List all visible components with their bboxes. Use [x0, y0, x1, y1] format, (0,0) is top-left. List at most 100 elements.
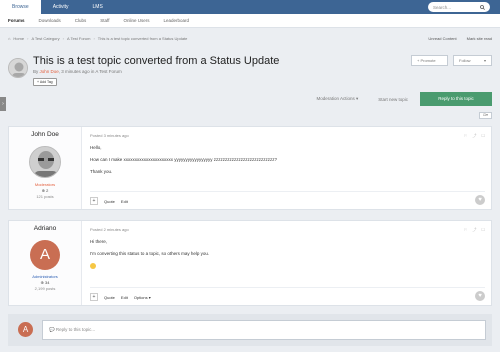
post-line: Hi there,	[90, 239, 108, 244]
quote-button[interactable]: Quote	[104, 199, 115, 204]
share-icon[interactable]: ⤴	[472, 133, 476, 139]
multiquote-button[interactable]: +	[90, 197, 98, 205]
subnav-leaderboard[interactable]: Leaderboard	[164, 18, 190, 23]
user-group-label: Administrators	[32, 274, 58, 279]
options-button[interactable]: Options ▾	[134, 295, 151, 300]
checkbox[interactable]: ☐	[481, 227, 485, 233]
chevron-right-icon: ›	[93, 36, 95, 41]
topic-time: , 3 minutes ago in A Test Forum	[58, 69, 122, 74]
post-timestamp[interactable]: Posted 3 minutes ago	[90, 133, 485, 138]
breadcrumb-topic: This is a test topic converted from a St…	[97, 36, 188, 41]
post-john-doe: John Doe Moderators ⊕ 2 121 posts Posted…	[8, 126, 492, 210]
reputation-value: 34	[45, 280, 50, 285]
topic-author-link[interactable]: John Doe	[40, 69, 59, 74]
follow-button[interactable]: Follow ▾	[453, 55, 492, 66]
report-icon[interactable]: ⚐	[464, 133, 468, 139]
breadcrumb: ⌂ Home › A Test Category › A Test Forum …	[8, 36, 187, 41]
subnav-downloads[interactable]: Downloads	[39, 18, 61, 23]
post-content: Hi there, I'm converting this status to …	[90, 239, 485, 270]
reply-to-topic-button[interactable]: Reply to this topic	[420, 92, 492, 106]
post-footer: + Quote Edit Options ▾ ♥	[90, 291, 485, 301]
smiley-icon	[90, 263, 96, 269]
promote-button[interactable]: + Promote	[411, 55, 448, 66]
moderation-actions-button[interactable]: Moderation Actions ▾	[308, 92, 366, 106]
post-filter-dropdown[interactable]: ⊡▾	[479, 112, 492, 119]
post-line	[90, 263, 485, 270]
avatar[interactable]: A	[30, 240, 60, 270]
home-icon: ⌂	[8, 36, 11, 41]
post-line: I'm converting this status to a topic, s…	[90, 251, 210, 256]
avatar[interactable]: A	[18, 322, 33, 337]
report-icon[interactable]: ⚐	[464, 227, 468, 233]
post-tools: ⚐ ⤴ ☐	[464, 227, 485, 233]
share-icon[interactable]: ⤴	[472, 227, 476, 233]
post-footer: + Quote Edit ♥	[90, 195, 485, 205]
subnav-forums[interactable]: Forums	[8, 18, 25, 23]
breadcrumb-forum[interactable]: A Test Forum	[67, 36, 91, 41]
add-tag-label: Add Tag	[39, 80, 53, 84]
add-tag-button[interactable]: + Add Tag	[33, 78, 57, 86]
reply-section: A 💬 Reply to this topic...	[8, 314, 492, 346]
chevron-right-icon: ›	[62, 36, 64, 41]
post-line: Thank you.	[90, 169, 113, 174]
topic-author-avatar[interactable]	[8, 58, 28, 78]
topic-actions: Moderation Actions ▾ Start new topic Rep…	[308, 92, 492, 106]
site-actions: Unread Content Mark site read	[428, 36, 492, 41]
main-nav: Browse Activity LMS	[0, 0, 115, 14]
subnav-online-users[interactable]: Online Users	[123, 18, 149, 23]
quote-button[interactable]: Quote	[104, 295, 115, 300]
subnav-clubs[interactable]: Clubs	[75, 18, 87, 23]
post-body: Posted 2 minutes ago ⚐ ⤴ ☐ Hi there, I'm…	[90, 221, 485, 270]
sub-nav: Forums Downloads Clubs Staff Online User…	[0, 14, 500, 28]
post-line: How can I make xxxxxxxxxxxxxxxxxxxxxx yy…	[90, 157, 278, 162]
heart-icon[interactable]: ♥	[475, 291, 485, 301]
reputation-value: 2	[46, 188, 49, 193]
breadcrumb-home[interactable]: Home	[13, 36, 24, 41]
page-title: This is a test topic converted from a St…	[33, 55, 280, 67]
search-placeholder: Search...	[433, 4, 452, 10]
post-body: Posted 3 minutes ago ⚐ ⤴ ☐ Hello, How ca…	[90, 127, 485, 174]
user-group-label: Moderators	[34, 182, 56, 187]
edit-button[interactable]: Edit	[121, 199, 128, 204]
heart-icon[interactable]: ♥	[475, 195, 485, 205]
tab-browse[interactable]: Browse	[0, 0, 41, 14]
post-tools: ⚐ ⤴ ☐	[464, 133, 485, 139]
search-icon[interactable]	[480, 4, 485, 10]
post-author-name[interactable]: John Doe	[9, 131, 81, 138]
checkbox[interactable]: ☐	[481, 133, 485, 139]
post-adriano: Adriano A Administrators ⊕ 34 2,199 post…	[8, 220, 492, 306]
comment-icon: 💬	[49, 327, 55, 332]
byline-prefix: By	[33, 69, 39, 74]
search-input[interactable]: Search...	[428, 2, 490, 12]
mark-site-read-link[interactable]: Mark site read	[467, 36, 492, 41]
multiquote-button[interactable]: +	[90, 293, 98, 301]
post-content: Hello, How can I make xxxxxxxxxxxxxxxxxx…	[90, 145, 485, 174]
post-count: 121 posts	[36, 194, 54, 199]
divider	[90, 191, 485, 192]
tab-activity[interactable]: Activity	[41, 0, 81, 14]
tab-lms[interactable]: LMS	[81, 0, 115, 14]
unread-content-link[interactable]: Unread Content	[428, 36, 456, 41]
follow-label: Follow	[459, 58, 471, 63]
post-timestamp[interactable]: Posted 2 minutes ago	[90, 227, 485, 232]
chevron-right-icon: ›	[27, 36, 29, 41]
promote-label: Promote	[420, 58, 436, 63]
post-author-panel: John Doe Moderators ⊕ 2 121 posts	[9, 127, 82, 209]
subnav-staff[interactable]: Staff	[100, 18, 109, 23]
edit-button[interactable]: Edit	[121, 295, 128, 300]
chevron-down-icon: ▾	[483, 58, 486, 63]
reply-placeholder: Reply to this topic...	[55, 327, 96, 332]
post-author-panel: Adriano A Administrators ⊕ 34 2,199 post…	[9, 221, 82, 305]
start-new-topic-button[interactable]: Start new topic	[370, 93, 416, 106]
reply-editor[interactable]: 💬 Reply to this topic...	[42, 320, 486, 340]
reputation: ⊕ 2	[41, 188, 49, 193]
avatar[interactable]	[29, 146, 61, 178]
breadcrumb-category[interactable]: A Test Category	[31, 36, 59, 41]
post-count: 2,199 posts	[34, 286, 56, 291]
topic-byline: By John Doe, 3 minutes ago in A Test For…	[33, 69, 122, 74]
chevron-right-icon[interactable]: ›	[0, 97, 6, 111]
divider	[90, 287, 485, 288]
post-line: Hello,	[90, 145, 102, 150]
reputation: ⊕ 34	[40, 280, 50, 285]
post-author-name[interactable]: Adriano	[9, 225, 81, 232]
